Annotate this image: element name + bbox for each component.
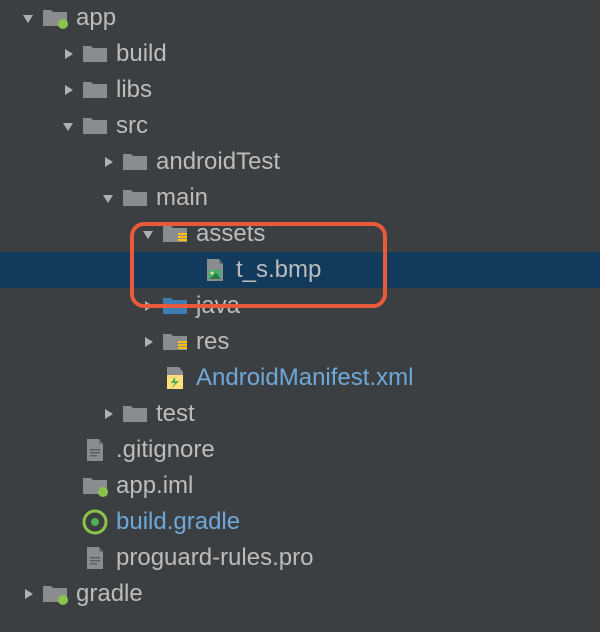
chevron-right-icon[interactable] bbox=[60, 46, 76, 62]
image-file-icon bbox=[202, 257, 228, 283]
tree-item-label: assets bbox=[196, 220, 265, 248]
gradle-icon bbox=[82, 509, 108, 535]
tree-item-label: main bbox=[156, 184, 208, 212]
tree-item-res[interactable]: res bbox=[0, 324, 600, 360]
tree-item-label: res bbox=[196, 328, 229, 356]
tree-item-assets[interactable]: assets bbox=[0, 216, 600, 252]
folder-icon bbox=[122, 185, 148, 211]
folder-icon bbox=[82, 77, 108, 103]
chevron-right-icon[interactable] bbox=[140, 298, 156, 314]
tree-item-label: t_s.bmp bbox=[236, 256, 321, 284]
tree-item-gitignore[interactable]: .gitignore bbox=[0, 432, 600, 468]
folder-assets-icon bbox=[162, 221, 188, 247]
tree-item-label: AndroidManifest.xml bbox=[196, 364, 413, 392]
tree-item-app-iml[interactable]: app.iml bbox=[0, 468, 600, 504]
folder-icon bbox=[82, 113, 108, 139]
file-icon bbox=[82, 437, 108, 463]
folder-icon bbox=[122, 401, 148, 427]
tree-item-label: src bbox=[116, 112, 148, 140]
tree-item-label: proguard-rules.pro bbox=[116, 544, 313, 572]
tree-item-build-gradle[interactable]: build.gradle bbox=[0, 504, 600, 540]
chevron-down-icon[interactable] bbox=[140, 226, 156, 242]
chevron-down-icon[interactable] bbox=[20, 10, 36, 26]
tree-item-app[interactable]: app bbox=[0, 0, 600, 36]
tree-item-label: app bbox=[76, 4, 116, 32]
chevron-right-icon[interactable] bbox=[140, 334, 156, 350]
tree-item-src[interactable]: src bbox=[0, 108, 600, 144]
folder-module-icon bbox=[42, 5, 68, 31]
tree-item-test[interactable]: test bbox=[0, 396, 600, 432]
module-file-icon bbox=[82, 473, 108, 499]
tree-item-label: app.iml bbox=[116, 472, 193, 500]
chevron-right-icon[interactable] bbox=[100, 406, 116, 422]
tree-item-label: test bbox=[156, 400, 195, 428]
tree-item-label: java bbox=[196, 292, 240, 320]
folder-source-icon bbox=[162, 293, 188, 319]
folder-icon bbox=[82, 41, 108, 67]
chevron-right-icon[interactable] bbox=[60, 82, 76, 98]
chevron-down-icon[interactable] bbox=[60, 118, 76, 134]
tree-item-label: .gitignore bbox=[116, 436, 215, 464]
tree-item-label: libs bbox=[116, 76, 152, 104]
tree-item-label: build bbox=[116, 40, 167, 68]
tree-item-libs[interactable]: libs bbox=[0, 72, 600, 108]
tree-item-label: gradle bbox=[76, 580, 143, 608]
chevron-down-icon[interactable] bbox=[100, 190, 116, 206]
tree-item-build[interactable]: build bbox=[0, 36, 600, 72]
tree-item-gradle-folder[interactable]: gradle bbox=[0, 576, 600, 612]
tree-item-java[interactable]: java bbox=[0, 288, 600, 324]
folder-icon bbox=[122, 149, 148, 175]
tree-item-ts-bmp[interactable]: t_s.bmp bbox=[0, 252, 600, 288]
tree-item-androidtest[interactable]: androidTest bbox=[0, 144, 600, 180]
tree-item-label: build.gradle bbox=[116, 508, 240, 536]
chevron-right-icon[interactable] bbox=[100, 154, 116, 170]
folder-module-icon bbox=[42, 581, 68, 607]
tree-item-manifest[interactable]: AndroidManifest.xml bbox=[0, 360, 600, 396]
tree-item-main[interactable]: main bbox=[0, 180, 600, 216]
file-icon bbox=[82, 545, 108, 571]
folder-res-icon bbox=[162, 329, 188, 355]
tree-item-label: androidTest bbox=[156, 148, 280, 176]
tree-item-proguard[interactable]: proguard-rules.pro bbox=[0, 540, 600, 576]
manifest-file-icon bbox=[162, 365, 188, 391]
chevron-right-icon[interactable] bbox=[20, 586, 36, 602]
